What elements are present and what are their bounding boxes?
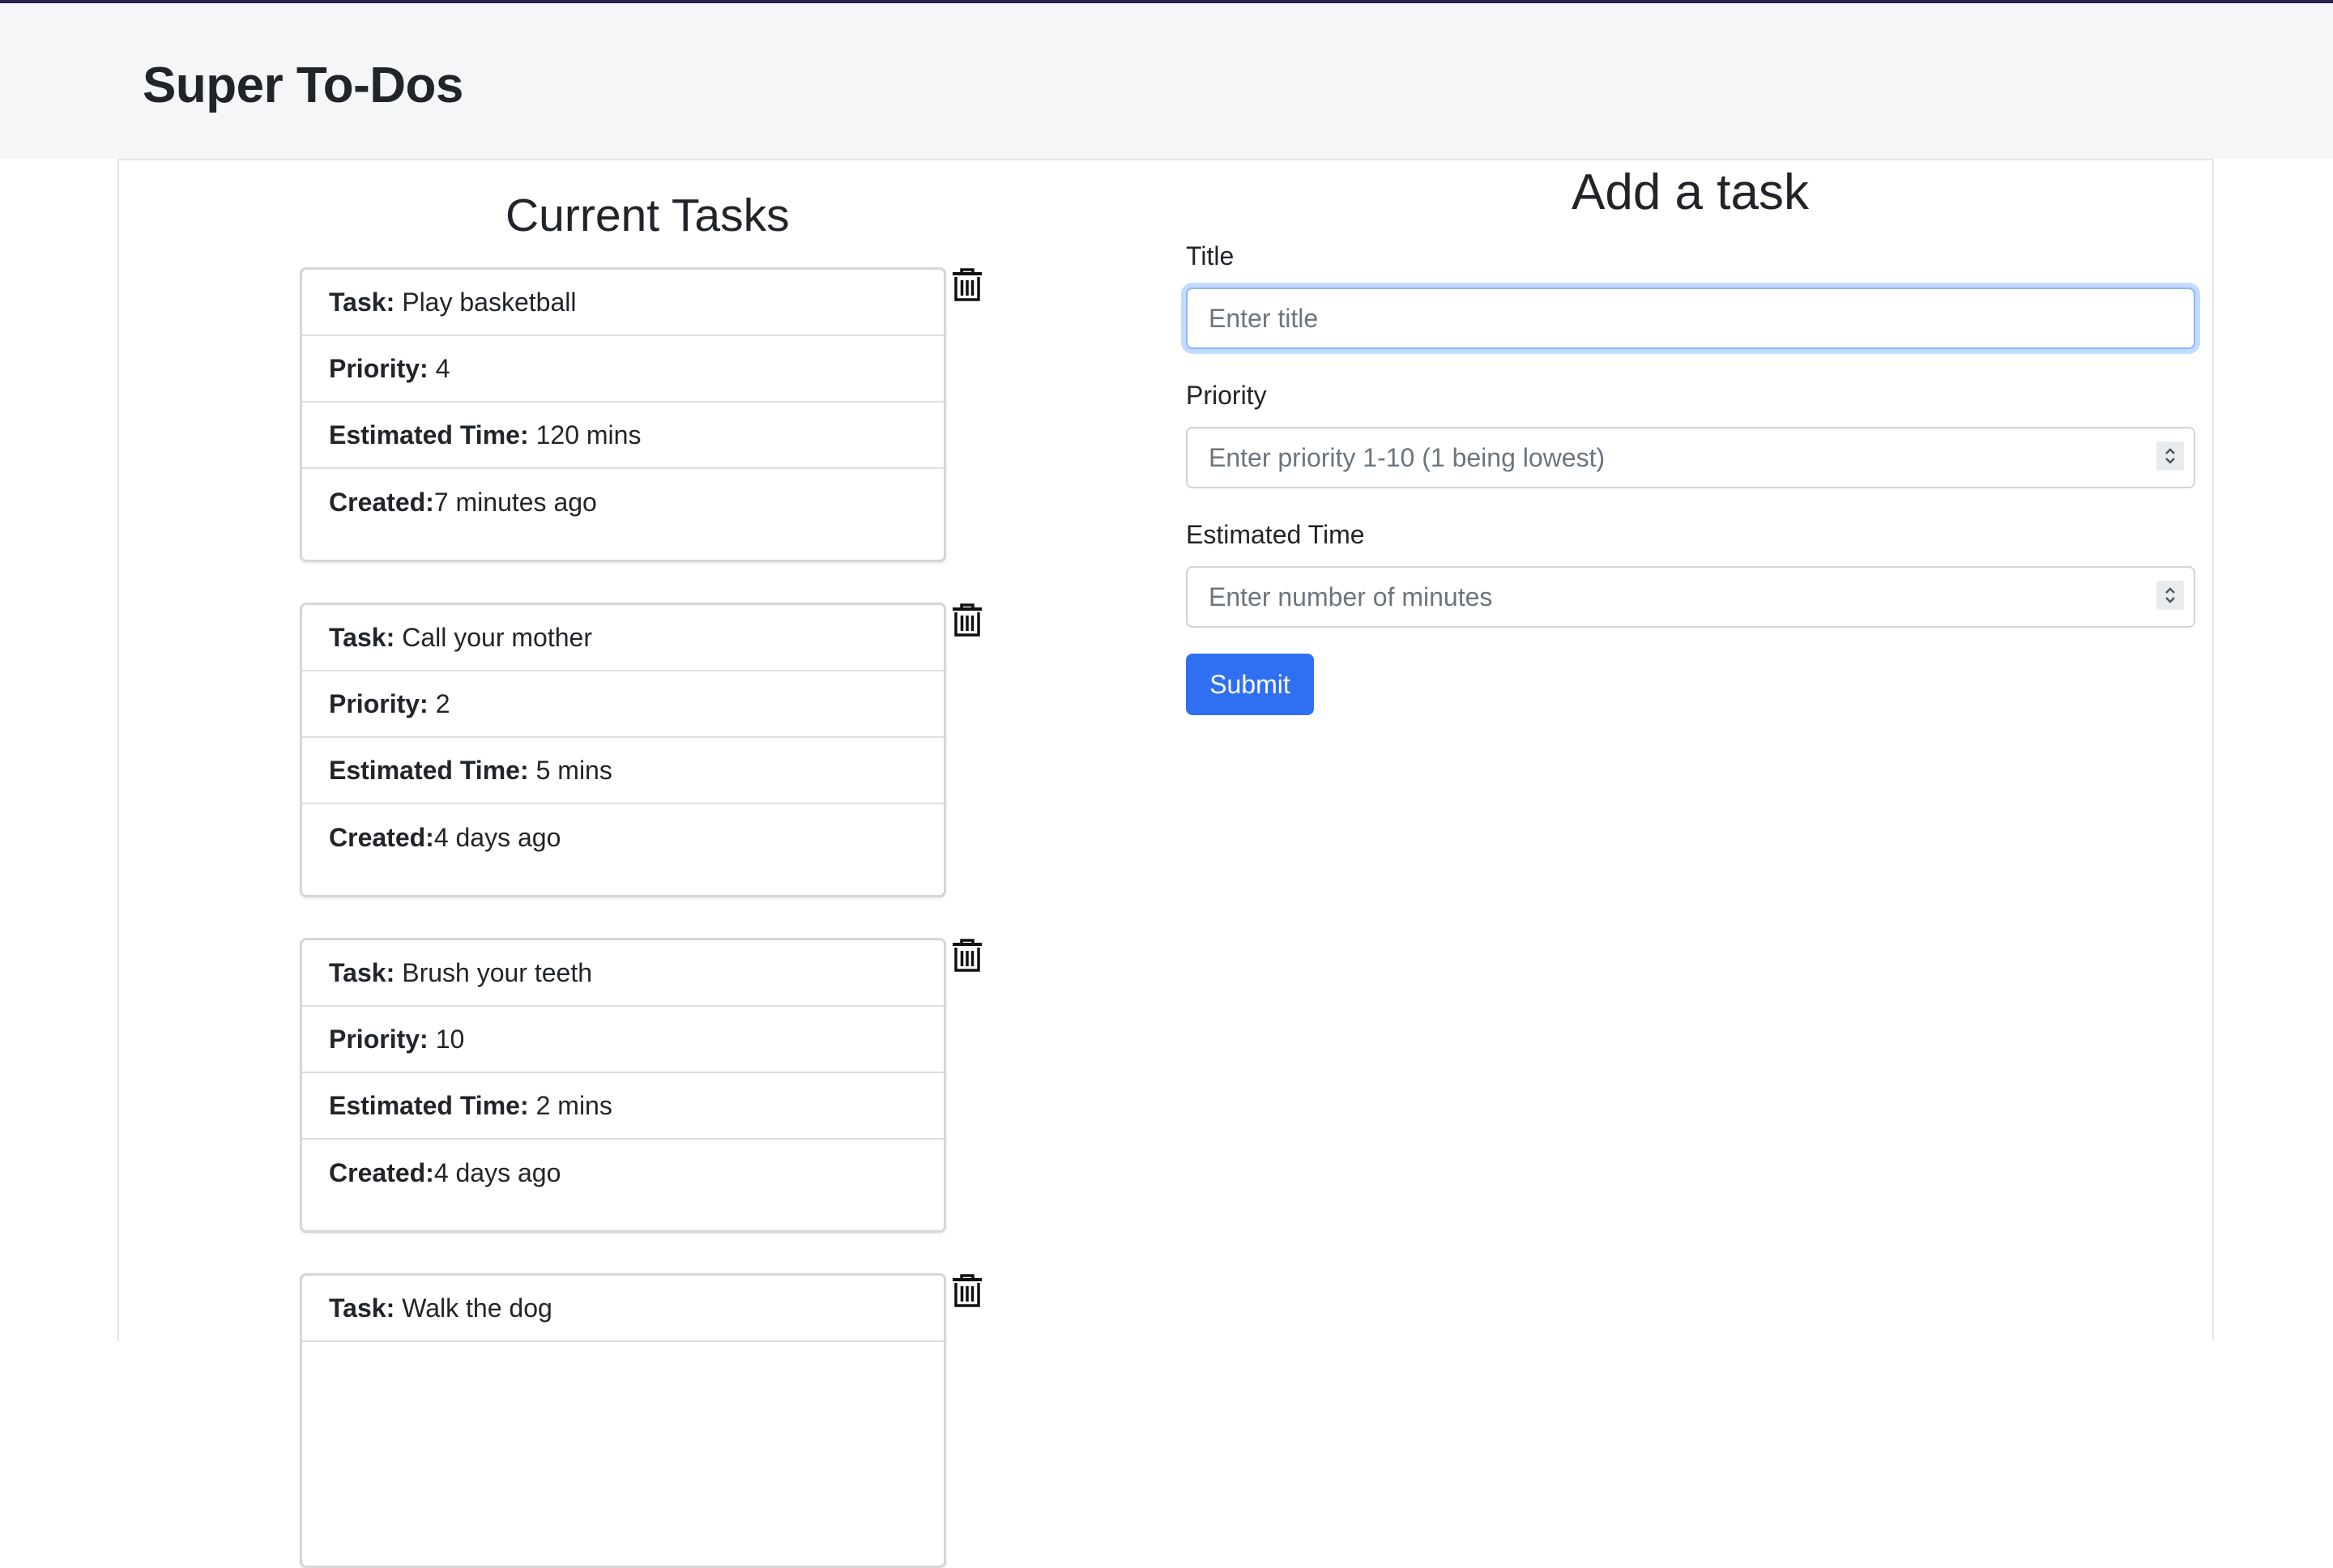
task-created-row: Created: 4 days ago	[302, 804, 944, 871]
task-card: Task: Call your mother Priority: 2 Estim…	[300, 603, 946, 897]
priority-label: Priority	[1186, 381, 1267, 410]
current-tasks-heading: Current Tasks	[505, 190, 790, 241]
task-time-row: Estimated Time: 120 mins	[302, 403, 944, 469]
estimated-time-label: Estimated Time	[1186, 520, 1365, 549]
priority-input[interactable]	[1186, 427, 2195, 488]
task-created: 4 days ago	[433, 822, 561, 852]
task-label: Task:	[329, 287, 395, 317]
app-title[interactable]: Super To-Dos	[143, 53, 463, 118]
task-estimated-time: 120 mins	[535, 420, 642, 450]
task-created: 7 minutes ago	[433, 487, 597, 517]
spinner-arrows-icon	[2165, 448, 2175, 464]
estimated-time-label: Estimated Time:	[329, 755, 529, 785]
task-title: Play basketball	[402, 287, 577, 317]
task-title: Walk the dog	[402, 1293, 552, 1323]
task-estimated-time: 5 mins	[535, 755, 612, 785]
add-task-heading: Add a task	[1572, 164, 1809, 220]
task-label: Task:	[329, 957, 395, 987]
navbar: Super To-Dos	[0, 3, 2333, 159]
task-title-row: Task: Play basketball	[302, 270, 944, 336]
task-card: Task: Play basketball Priority: 4 Estima…	[300, 267, 946, 562]
task-created-row: Created: 4 days ago	[302, 1140, 944, 1206]
estimated-time-input[interactable]	[1186, 566, 2195, 628]
priority-spinner[interactable]	[2156, 441, 2184, 471]
task-priority: 10	[435, 1024, 465, 1054]
task-priority-row: Priority: 4	[302, 336, 944, 403]
task-time-row: Estimated Time: 5 mins	[302, 738, 944, 804]
task-card: Task: Brush your teeth Priority: 10 Esti…	[300, 938, 946, 1233]
priority-label: Priority:	[329, 688, 429, 718]
task-time-row: Estimated Time: 2 mins	[302, 1073, 944, 1140]
task-title-row: Task: Call your mother	[302, 605, 944, 671]
task-estimated-time: 2 mins	[535, 1090, 612, 1120]
task-card: Task: Walk the dog	[300, 1273, 946, 1568]
task-priority: 4	[435, 353, 450, 383]
submit-button[interactable]: Submit	[1186, 654, 1314, 715]
task-title-row: Task: Walk the dog	[302, 1276, 944, 1342]
time-spinner[interactable]	[2156, 581, 2184, 610]
estimated-time-label: Estimated Time:	[329, 420, 529, 450]
created-label: Created:	[329, 822, 434, 852]
trash-icon[interactable]	[951, 267, 983, 303]
title-label: Title	[1186, 241, 1235, 271]
trash-icon[interactable]	[951, 603, 983, 638]
task-title: Call your mother	[402, 622, 592, 652]
created-label: Created:	[329, 487, 434, 517]
trash-icon[interactable]	[951, 938, 983, 974]
task-title-row: Task: Brush your teeth	[302, 940, 944, 1007]
task-created: 4 days ago	[433, 1157, 561, 1187]
task-created-row: Created: 7 minutes ago	[302, 469, 944, 535]
task-label: Task:	[329, 1293, 395, 1323]
priority-label: Priority:	[329, 353, 429, 383]
task-title: Brush your teeth	[402, 957, 593, 987]
task-priority: 2	[435, 688, 450, 718]
estimated-time-label: Estimated Time:	[329, 1090, 529, 1120]
trash-icon[interactable]	[951, 1273, 983, 1309]
created-label: Created:	[329, 1157, 434, 1187]
task-priority-row: Priority: 2	[302, 671, 944, 738]
task-label: Task:	[329, 622, 395, 652]
priority-label: Priority:	[329, 1024, 429, 1054]
task-priority-row: Priority: 10	[302, 1007, 944, 1073]
title-input[interactable]	[1186, 288, 2195, 349]
spinner-arrows-icon	[2165, 587, 2175, 603]
